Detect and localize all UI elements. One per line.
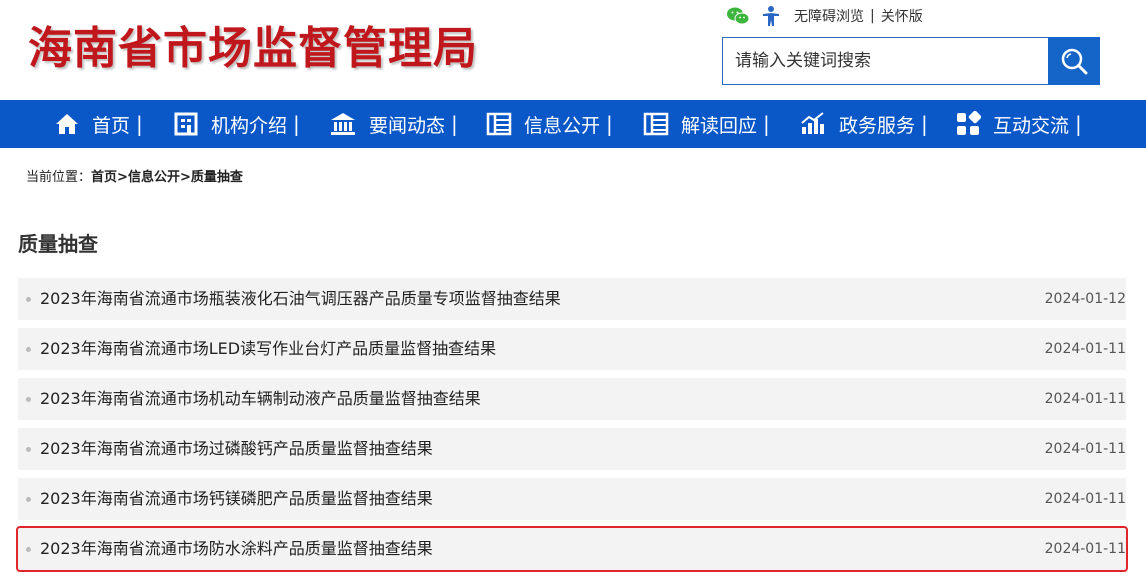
- list-item[interactable]: 2023年海南省流通市场机动车辆制动液产品质量监督抽查结果 2024-01-11: [18, 378, 1126, 420]
- list-item[interactable]: 2023年海南省流通市场过磷酸钙产品质量监督抽查结果 2024-01-11: [18, 428, 1126, 470]
- nav-label: 解读回应: [681, 114, 758, 137]
- article-title[interactable]: 2023年海南省流通市场防水涂料产品质量监督抽查结果: [40, 528, 433, 570]
- bullet-icon: [26, 547, 31, 552]
- institution-icon: [331, 113, 355, 135]
- nav-item-interpretation[interactable]: 解读回应 |: [643, 100, 770, 148]
- breadcrumb-home[interactable]: 首页: [91, 170, 117, 185]
- nav-label: 互动交流: [993, 114, 1070, 137]
- list-item[interactable]: 2023年海南省流通市场钙镁磷肥产品质量监督抽查结果 2024-01-11: [18, 478, 1126, 520]
- page-title: 质量抽查: [18, 232, 98, 256]
- article-title[interactable]: 2023年海南省流通市场LED读写作业台灯产品质量监督抽查结果: [40, 328, 496, 370]
- nav-item-about[interactable]: 机构介绍 |: [173, 100, 300, 148]
- list-item-highlighted[interactable]: 2023年海南省流通市场防水涂料产品质量监督抽查结果 2024-01-11: [16, 526, 1128, 572]
- search-input[interactable]: [722, 37, 1048, 85]
- article-title[interactable]: 2023年海南省流通市场机动车辆制动液产品质量监督抽查结果: [40, 378, 481, 420]
- grid-icon: [957, 111, 981, 135]
- article-title[interactable]: 2023年海南省流通市场钙镁磷肥产品质量监督抽查结果: [40, 478, 433, 520]
- article-title[interactable]: 2023年海南省流通市场瓶装液化石油气调压器产品质量专项监督抽查结果: [40, 278, 561, 320]
- list-icon: [486, 112, 512, 136]
- search-box: [722, 37, 1100, 85]
- bullet-icon: [26, 397, 31, 402]
- top-separator: |: [870, 8, 875, 24]
- site-header: 海南省市场监督管理局 无障碍浏览 | 关怀版: [0, 0, 1146, 100]
- nav-item-services[interactable]: 政务服务 |: [799, 100, 928, 148]
- bullet-icon: [26, 347, 31, 352]
- breadcrumb: 当前位置：首页>信息公开>质量抽查: [26, 166, 243, 185]
- nav-label: 首页: [92, 114, 131, 137]
- list-item[interactable]: 2023年海南省流通市场瓶装液化石油气调压器产品质量专项监督抽查结果 2024-…: [18, 278, 1126, 320]
- article-list: 2023年海南省流通市场瓶装液化石油气调压器产品质量专项监督抽查结果 2024-…: [16, 278, 1128, 578]
- nav-item-news[interactable]: 要闻动态 |: [329, 100, 458, 148]
- care-version-link[interactable]: 关怀版: [881, 6, 923, 26]
- nav-item-interaction[interactable]: 互动交流 |: [955, 100, 1082, 148]
- list-icon: [643, 112, 669, 136]
- search-button[interactable]: [1048, 37, 1100, 85]
- article-date: 2024-01-11: [1044, 341, 1126, 357]
- article-date: 2024-01-11: [1044, 441, 1126, 457]
- nav-label: 信息公开: [524, 114, 601, 137]
- article-date: 2024-01-12: [1044, 291, 1126, 307]
- bullet-icon: [26, 297, 31, 302]
- breadcrumb-info-public[interactable]: 信息公开: [128, 170, 180, 185]
- article-date: 2024-01-11: [1044, 491, 1126, 507]
- article-title[interactable]: 2023年海南省流通市场过磷酸钙产品质量监督抽查结果: [40, 428, 433, 470]
- nav-item-home[interactable]: 首页 |: [54, 100, 143, 148]
- bullet-icon: [26, 447, 31, 452]
- article-date: 2024-01-11: [1044, 541, 1126, 557]
- wechat-icon[interactable]: [726, 6, 750, 26]
- breadcrumb-arrow: >: [117, 170, 128, 185]
- nav-label: 政务服务: [839, 114, 916, 137]
- breadcrumb-current[interactable]: 质量抽查: [191, 170, 243, 185]
- breadcrumb-prefix: 当前位置：: [26, 170, 92, 185]
- chart-icon: [801, 112, 824, 134]
- bullet-icon: [26, 497, 31, 502]
- building-doc-icon: [174, 112, 198, 136]
- list-item[interactable]: 2023年海南省流通市场LED读写作业台灯产品质量监督抽查结果 2024-01-…: [18, 328, 1126, 370]
- search-icon: [1061, 48, 1088, 75]
- accessibility-icon[interactable]: [760, 5, 782, 27]
- site-logo[interactable]: 海南省市场监督管理局: [28, 12, 478, 76]
- nav-label: 要闻动态: [369, 114, 446, 137]
- top-links: 无障碍浏览 | 关怀版: [726, 4, 923, 28]
- main-nav: 首页 | 机构介绍 | 要闻动态 | 信息公开 | 解读回应 | 政务服务 | …: [0, 100, 1146, 148]
- nav-label: 机构介绍: [211, 114, 288, 137]
- accessibility-link[interactable]: 无障碍浏览: [794, 6, 864, 26]
- breadcrumb-arrow: >: [179, 170, 191, 185]
- home-icon: [56, 114, 78, 134]
- article-date: 2024-01-11: [1044, 391, 1126, 407]
- nav-item-info-public[interactable]: 信息公开 |: [486, 100, 613, 148]
